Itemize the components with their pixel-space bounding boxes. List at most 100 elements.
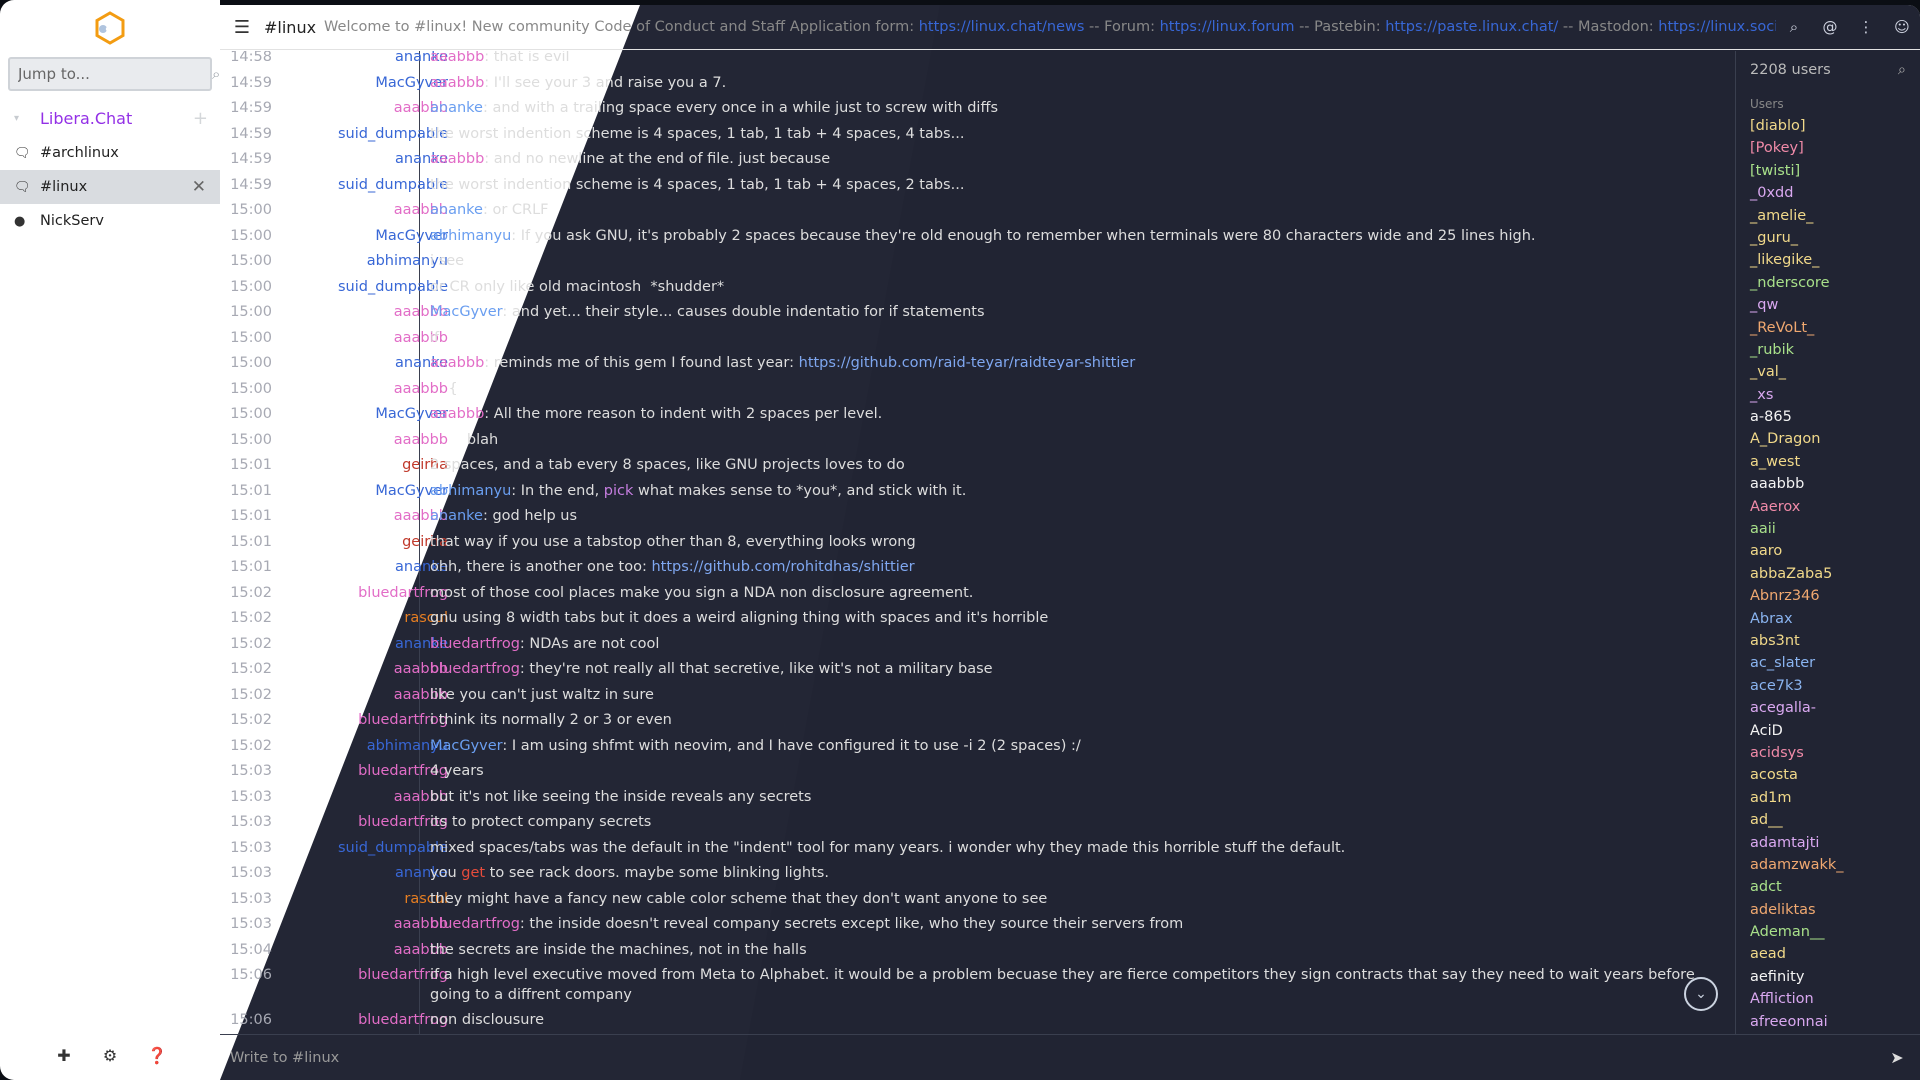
- message-nick[interactable]: aaabbb: [260, 328, 448, 348]
- user-entry[interactable]: aaii: [1736, 518, 1920, 540]
- network-libera-chat[interactable]: ▾ Libera.Chat +: [0, 104, 220, 132]
- message-nick[interactable]: aaabbb: [260, 430, 448, 450]
- user-entry[interactable]: acegalla-: [1736, 697, 1920, 719]
- nick-mention[interactable]: aaabbb: [430, 51, 484, 65]
- nick-mention[interactable]: abhimanyu: [430, 483, 511, 499]
- topic-link-pastebin[interactable]: https://paste.linux.chat/: [1385, 19, 1558, 35]
- user-entry[interactable]: _likegike_: [1736, 249, 1920, 271]
- message-nick[interactable]: rascul: [260, 889, 448, 909]
- message-nick[interactable]: aaabbb: [260, 914, 448, 934]
- user-entry[interactable]: _val_: [1736, 361, 1920, 383]
- query-nickserv[interactable]: ● NickServ: [0, 204, 220, 238]
- message-link[interactable]: https://github.com/rohitdhas/shittier: [651, 559, 914, 575]
- user-entry[interactable]: _xs: [1736, 384, 1920, 406]
- message-nick[interactable]: suid_dumpable: [260, 124, 448, 144]
- message-nick[interactable]: ananke: [260, 863, 448, 883]
- message-nick[interactable]: aaabbb: [260, 940, 448, 960]
- user-entry[interactable]: abs3nt: [1736, 630, 1920, 652]
- nick-mention[interactable]: ananke: [430, 508, 483, 524]
- user-entry[interactable]: afreeonnai: [1736, 1011, 1920, 1033]
- nick-mention[interactable]: MacGyver: [430, 304, 502, 320]
- user-entry[interactable]: [twisti]: [1736, 160, 1920, 182]
- nick-mention[interactable]: MacGyver: [430, 738, 502, 754]
- collapse-chevron-icon[interactable]: ▾: [14, 113, 40, 124]
- message-nick[interactable]: MacGyver: [260, 404, 448, 424]
- message-nick[interactable]: bluedartfrog: [260, 965, 448, 985]
- message-nick[interactable]: aaabbb: [260, 302, 448, 322]
- user-entry[interactable]: AciD: [1736, 720, 1920, 742]
- nick-mention[interactable]: bluedartfrog: [430, 916, 520, 932]
- close-channel-icon[interactable]: ✕: [192, 177, 206, 197]
- message-nick[interactable]: ananke: [260, 51, 448, 67]
- message-nick[interactable]: MacGyver: [260, 481, 448, 501]
- user-entry[interactable]: _ReVoLt_: [1736, 317, 1920, 339]
- message-nick[interactable]: aaabbb: [260, 506, 448, 526]
- message-nick[interactable]: geirha: [260, 532, 448, 552]
- message-nick[interactable]: bluedartfrog: [260, 710, 448, 730]
- user-entry[interactable]: _amelie_: [1736, 205, 1920, 227]
- user-entry[interactable]: Aaerox: [1736, 496, 1920, 518]
- message-nick[interactable]: suid_dumpable: [260, 277, 448, 297]
- message-nick[interactable]: MacGyver: [260, 226, 448, 246]
- plus-icon[interactable]: ✚: [55, 1046, 73, 1065]
- message-nick[interactable]: bluedartfrog: [260, 1010, 448, 1030]
- topic-link-forum[interactable]: https://linux.forum: [1160, 19, 1295, 35]
- message-nick[interactable]: bluedartfrog: [260, 812, 448, 832]
- topic-link-mastodon[interactable]: https://linux.social/invite: [1658, 19, 1776, 35]
- nick-mention[interactable]: bluedartfrog: [430, 636, 520, 652]
- nick-mention[interactable]: aaabbb: [430, 151, 484, 167]
- gear-icon[interactable]: ⚙: [101, 1046, 119, 1065]
- message-nick[interactable]: abhimanyu: [260, 251, 448, 271]
- message-nick[interactable]: abhimanyu: [260, 736, 448, 756]
- nick-mention[interactable]: aaabbb: [430, 406, 484, 422]
- message-nick[interactable]: aaabbb: [260, 379, 448, 399]
- user-entry[interactable]: _guru_: [1736, 227, 1920, 249]
- search-icon[interactable]: ⌕: [1776, 18, 1812, 36]
- mentions-at-icon[interactable]: @: [1812, 18, 1848, 36]
- topic-link-news[interactable]: https://linux.chat/news: [919, 19, 1085, 35]
- user-entry[interactable]: a_west: [1736, 451, 1920, 473]
- user-entry[interactable]: _nderscore: [1736, 272, 1920, 294]
- jump-to-input[interactable]: [18, 65, 212, 83]
- message-nick[interactable]: bluedartfrog: [260, 761, 448, 781]
- message-nick[interactable]: aaabbb: [260, 659, 448, 679]
- user-entry[interactable]: abbaZaba5: [1736, 563, 1920, 585]
- message-nick[interactable]: aaabbb: [260, 200, 448, 220]
- user-entry[interactable]: Affliction: [1736, 988, 1920, 1010]
- user-entry[interactable]: ad1m: [1736, 787, 1920, 809]
- message-nick[interactable]: bluedartfrog: [260, 583, 448, 603]
- users-icon[interactable]: ☺: [1884, 18, 1920, 36]
- menu-toggle-icon[interactable]: ☰: [220, 17, 264, 38]
- nick-mention[interactable]: get: [461, 865, 485, 881]
- message-nick[interactable]: aaabbb: [260, 787, 448, 807]
- user-entry[interactable]: adct: [1736, 876, 1920, 898]
- user-entry[interactable]: [diablo]: [1736, 115, 1920, 137]
- user-entry[interactable]: adamtajti: [1736, 832, 1920, 854]
- user-entry[interactable]: Abnrz346: [1736, 585, 1920, 607]
- message-nick[interactable]: ananke: [260, 149, 448, 169]
- help-icon[interactable]: ❓: [147, 1046, 167, 1065]
- user-entry[interactable]: Ademan__: [1736, 921, 1920, 943]
- message-nick[interactable]: geirha: [260, 455, 448, 475]
- user-entry[interactable]: _qw: [1736, 294, 1920, 316]
- user-entry[interactable]: _0xdd: [1736, 182, 1920, 204]
- message-nick[interactable]: aaabbb: [260, 685, 448, 705]
- search-icon[interactable]: ⌕: [1898, 62, 1906, 78]
- user-entry[interactable]: ac_slater: [1736, 652, 1920, 674]
- message-nick[interactable]: aaabbb: [260, 98, 448, 118]
- message-list[interactable]: 14:58 ananke aaabbb: that is evil 14:59 MacG…: [220, 51, 1735, 1034]
- message-nick[interactable]: MacGyver: [260, 73, 448, 93]
- user-entry[interactable]: a-865: [1736, 406, 1920, 428]
- message-nick[interactable]: ananke: [260, 353, 448, 373]
- scroll-to-bottom-button[interactable]: ⌄: [1684, 977, 1718, 1011]
- nick-mention[interactable]: pick: [604, 483, 634, 499]
- message-nick[interactable]: suid_dumpable: [260, 175, 448, 195]
- user-entry[interactable]: [Pokey]: [1736, 137, 1920, 159]
- user-entry[interactable]: acidsys: [1736, 742, 1920, 764]
- user-entry[interactable]: adeliktas: [1736, 899, 1920, 921]
- nick-mention[interactable]: bluedartfrog: [430, 661, 520, 677]
- jump-to-search[interactable]: ⌕: [8, 57, 220, 91]
- user-entry[interactable]: ad__: [1736, 809, 1920, 831]
- message-nick[interactable]: suid_dumpable: [260, 838, 448, 858]
- join-channel-plus-icon[interactable]: +: [193, 108, 208, 129]
